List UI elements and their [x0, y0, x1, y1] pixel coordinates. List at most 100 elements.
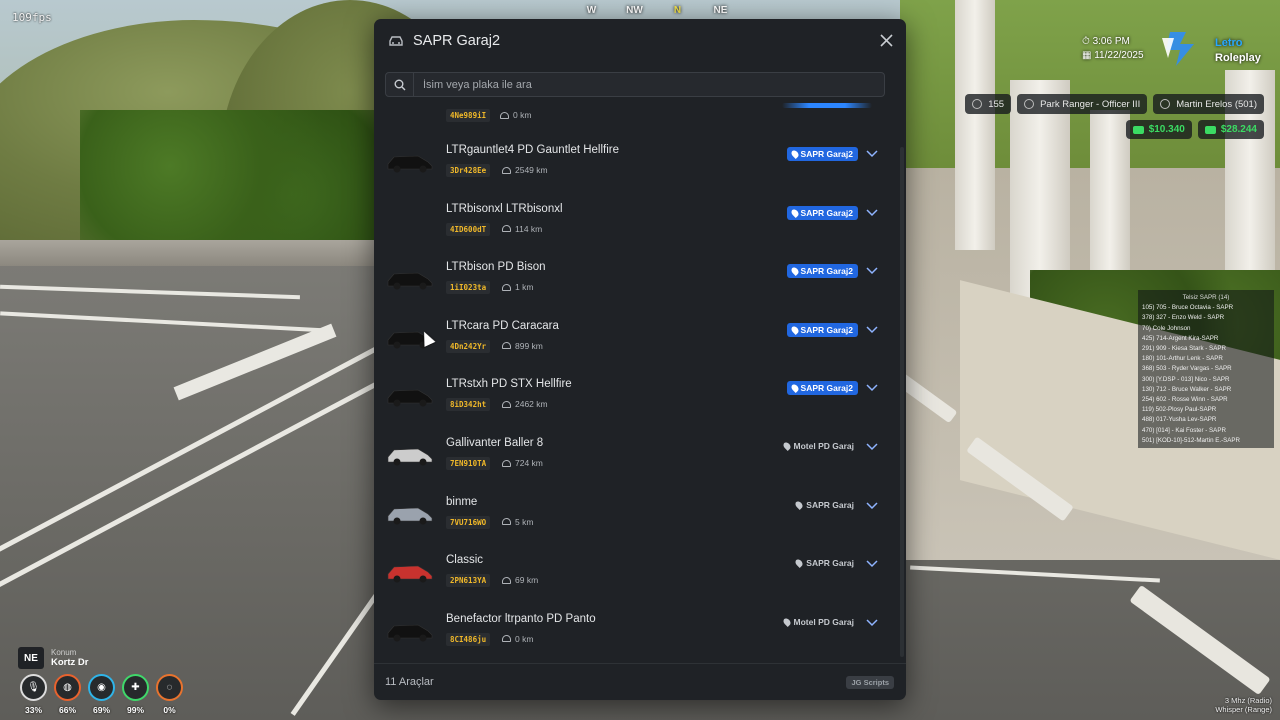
map-pin-icon — [789, 149, 800, 159]
vehicle-row[interactable]: LTRstxh PD STX Hellfire 8iD342ht 2462 km SA… — [374, 370, 894, 428]
fps-counter: 109fps — [12, 11, 52, 24]
car-icon — [389, 35, 403, 46]
odometer-icon — [502, 518, 511, 526]
search-input[interactable] — [414, 78, 884, 91]
chevron-down-icon[interactable] — [866, 324, 878, 334]
vehicle-name: LTRgauntlet4 PD Gauntlet Hellfire — [446, 144, 620, 156]
mileage: 5 km — [502, 517, 533, 527]
compass-n: N — [673, 5, 682, 16]
vehicle-name: LTRbisonxl LTRbisonxl — [446, 202, 563, 215]
vehicle-row[interactable]: Classic 2PN613YA 69 km SAPR Garaj — [374, 546, 894, 604]
cash-icon — [1132, 125, 1144, 134]
odometer-icon — [500, 111, 509, 119]
vehicle-row[interactable]: Gallivanter Baller 8 7EN910TA 724 km Motel … — [374, 429, 894, 487]
vehicle-thumbnail-icon — [387, 155, 433, 173]
plate: 4Dn242Yr — [446, 339, 491, 353]
roster-entry: 300) [Y.DSP - 013] Nico - SAPR — [1142, 375, 1230, 383]
location-badge: SAPR Garaj2 — [786, 264, 858, 279]
time: ⏱ 3:06 PM — [1082, 36, 1130, 47]
roster-entry: 368) 503 - Ryder Vargas - SAPR — [1142, 365, 1232, 373]
compass-w: W — [586, 5, 597, 16]
mileage: 724 km — [502, 458, 543, 468]
plate: 7VU716WO — [446, 515, 491, 529]
voice-icon: 🎙 — [20, 674, 47, 701]
vehicle-row[interactable]: Benefactor ltrpanto PD Panto 8CI486ju 0 km… — [374, 605, 894, 659]
scrollbar[interactable] — [900, 147, 904, 657]
location-badge: SAPR Garaj2 — [786, 381, 858, 396]
roster-entry: 180) 101-Arthur Lenk - SAPR — [1142, 355, 1223, 363]
status-voice: 🎙 33% — [20, 674, 47, 715]
vehicle-row[interactable]: LTRbisonxl LTRbisonxl 4ID600dT 114 km SAPR … — [374, 195, 894, 253]
panel-header: SAPR Garaj2 — [374, 19, 906, 62]
roster-entry: 105) 705 - Bruce Octavia - SAPR — [1142, 304, 1234, 312]
vehicle-row[interactable]: binme 7VU716WO 5 km SAPR Garaj — [374, 488, 894, 546]
thirst-icon: ◉ — [88, 674, 115, 701]
character-badge: Martin Erelos (501) — [1153, 94, 1264, 114]
chevron-down-icon[interactable] — [866, 441, 878, 451]
plate: 1iI023ta — [446, 281, 491, 295]
mileage: 2462 km — [502, 399, 548, 409]
vehicle-row[interactable]: LTRgauntlet4 PD Gauntlet Hellfire 3Dr428E… — [374, 136, 894, 194]
signal-icon — [972, 99, 983, 109]
chevron-down-icon[interactable] — [866, 207, 878, 217]
mileage: 0 km — [502, 634, 533, 644]
compass-nw: NW — [626, 5, 643, 16]
location-badge: Motel PD Garaj — [781, 617, 854, 627]
chevron-down-icon[interactable] — [866, 148, 878, 158]
clock: ⏱ 3:06 PM ▦ 11/22/2025 — [1082, 35, 1144, 63]
trees — [80, 110, 380, 250]
odometer-icon — [502, 342, 511, 350]
roster-entry: 378) 327 - Enzo Weld - SAPR — [1142, 314, 1225, 322]
active-indicator — [782, 103, 872, 108]
odometer-icon — [502, 576, 511, 584]
stress-value: 0% — [163, 705, 176, 715]
plate: 4ID600dT — [446, 222, 491, 236]
panel-footer: 11 Araçlar JG Scripts — [374, 663, 906, 700]
vehicle-count: 11 Araçlar — [385, 676, 434, 688]
vehicle-name: LTRcara PD Caracara — [446, 319, 559, 332]
location-badge: SAPR Garaj — [794, 500, 854, 510]
roster-entry: 130) 712 - Bruce Walker - SAPR — [1142, 385, 1232, 393]
vehicle-row[interactable]: LTRbison PD Bison 1iI023ta 1 km SAPR Garaj2 — [374, 253, 894, 311]
map-pin-icon — [789, 266, 800, 277]
map-pin-icon — [794, 558, 805, 569]
player-count: 155 — [965, 94, 1012, 114]
plate: 3Dr428Ee — [446, 164, 491, 177]
wall — [0, 240, 380, 266]
vehicle-name: Benefactor ltrpanto PD Panto — [446, 612, 596, 625]
stamina-value: 99% — [126, 705, 144, 715]
location-badge: SAPR Garaj2 — [786, 322, 858, 337]
server-brand: Letro Roleplay — [1215, 37, 1261, 64]
chevron-down-icon[interactable] — [866, 382, 878, 392]
mileage: 899 km — [502, 341, 543, 351]
search-box — [385, 72, 885, 97]
garage-panel: SAPR Garaj2 4Ne989iI 0 km LTRgauntlet4 P… — [374, 19, 906, 700]
chevron-down-icon[interactable] — [866, 617, 878, 627]
odometer-icon — [502, 459, 511, 467]
chevron-down-icon[interactable] — [866, 265, 878, 275]
odometer-icon — [502, 400, 511, 408]
map-pin-icon — [789, 207, 800, 218]
plate: 8CI486ju — [446, 632, 491, 646]
bank-display: $28.244 — [1197, 120, 1264, 139]
stress-icon: ◌ — [156, 674, 183, 701]
vehicle-name: Classic — [446, 554, 484, 567]
status-hunger: ◍ 66% — [54, 674, 81, 715]
mileage: 2549 km — [502, 165, 548, 175]
map-pin-icon — [781, 441, 792, 451]
close-icon[interactable] — [877, 31, 896, 50]
server-logo-icon — [1162, 32, 1194, 66]
vehicle-name: Gallivanter Baller 8 — [446, 437, 544, 449]
thirst-value: 69% — [92, 705, 110, 715]
vehicle-row[interactable]: LTRcara PD Caracara 4Dn242Yr 899 km SAPR Ga… — [374, 312, 894, 370]
chevron-down-icon[interactable] — [866, 558, 878, 568]
mileage: 69 km — [502, 575, 538, 585]
hunger-value: 66% — [58, 705, 76, 715]
chevron-down-icon[interactable] — [866, 500, 878, 510]
location-badge: SAPR Garaj2 — [786, 147, 858, 161]
vehicle-list: 4Ne989iI 0 km LTRgauntlet4 PD Gauntlet H… — [374, 101, 900, 659]
status-bars: 🎙 33% ◍ 66% ◉ 69% ✚ 99% ◌ 0% — [20, 674, 183, 715]
scripts-badge: JG Scripts — [846, 676, 894, 689]
location-display: NE Konum Kortz Dr — [18, 647, 88, 669]
roster-entry: 488) 017-Yusha Lev-SAPR — [1142, 416, 1217, 424]
